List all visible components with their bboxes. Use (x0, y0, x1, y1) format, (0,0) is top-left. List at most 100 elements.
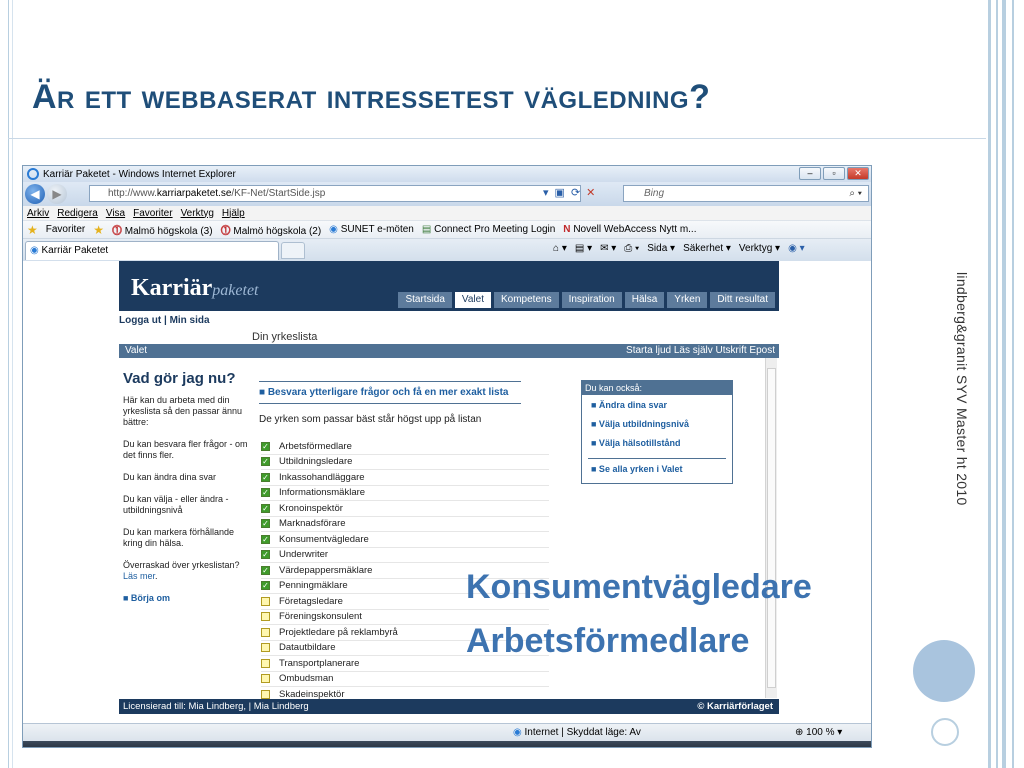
maximize-button[interactable]: ▫ (823, 167, 845, 180)
job-row[interactable]: ✓ Arbetsförmedlare (261, 439, 549, 455)
job-row[interactable]: Ombudsman (261, 672, 549, 687)
nav-tab-yrken[interactable]: Yrken (667, 292, 708, 308)
job-row[interactable]: ✓ Kronoinspektör (261, 501, 549, 517)
new-tab-button[interactable] (281, 241, 305, 259)
checked-checkbox-icon[interactable]: ✓ (261, 581, 270, 591)
help-icon[interactable]: ◉ ▾ (788, 243, 805, 254)
favorite-link[interactable]: ⓵ Malmö högskola (3) (112, 222, 213, 237)
search-icon[interactable]: ⌕ ▾ (849, 186, 862, 201)
education-level-link[interactable]: ■ Välja utbildningsnivå (582, 414, 732, 433)
back-button[interactable]: ◀ (25, 184, 45, 204)
nav-tab-ditt-resultat[interactable]: Ditt resultat (710, 292, 775, 308)
job-name: Informationsmäklare (279, 487, 366, 499)
nav-tab-inspiration[interactable]: Inspiration (561, 292, 622, 308)
favorite-link[interactable]: N Novell WebAccess Nytt m... (563, 224, 696, 235)
forward-button[interactable]: ▶ (47, 184, 67, 204)
menu-item[interactable]: Arkiv (27, 208, 49, 219)
url-input[interactable]: http://www.karriarpaketet.se/KF-Net/Star… (89, 185, 581, 202)
job-name: Inkassohandläggare (279, 471, 365, 483)
side-caption: lindberg&granit SYV Master ht 2010 (954, 272, 970, 506)
checked-checkbox-icon[interactable]: ✓ (261, 550, 270, 560)
read-more-link[interactable]: Läs mer (123, 571, 155, 581)
job-row[interactable]: ✓ Utbildningsledare (261, 455, 549, 470)
menu-item[interactable]: Visa (106, 208, 125, 219)
section-tools[interactable]: Starta ljud Läs själv Utskrift Epost (626, 344, 775, 358)
unchecked-checkbox-icon[interactable] (261, 674, 270, 684)
site-footer: Licensierad till: Mia Lindberg, | Mia Li… (119, 699, 779, 714)
page-menu[interactable]: Sida ▾ (647, 243, 675, 254)
slide-border-line (12, 0, 13, 768)
list-intro: De yrken som passar bäst står högst upp … (259, 414, 482, 425)
job-name: Datautbildare (279, 642, 336, 654)
change-answers-link[interactable]: ■ Ändra dina svar (582, 395, 732, 414)
close-button[interactable]: ✕ (847, 167, 869, 180)
favorite-link[interactable]: ⓵ Malmö högskola (2) (221, 222, 322, 237)
checked-checkbox-icon[interactable]: ✓ (261, 519, 270, 529)
checked-checkbox-icon[interactable]: ✓ (261, 565, 270, 575)
user-links[interactable]: Logga ut | Min sida (119, 315, 210, 326)
compat-view-icon[interactable]: ▣ (555, 186, 565, 199)
nav-tab-kompetens[interactable]: Kompetens (493, 292, 559, 308)
unchecked-checkbox-icon[interactable] (261, 596, 270, 606)
publisher-text: © Karriärförlaget (697, 701, 773, 712)
nav-tab-startsida[interactable]: Startsida (398, 292, 452, 308)
checked-checkbox-icon[interactable]: ✓ (261, 488, 270, 498)
health-status-link[interactable]: ■ Välja hälsotillstånd (582, 433, 732, 452)
checked-checkbox-icon[interactable]: ✓ (261, 457, 270, 467)
print-icon[interactable]: ⎙ ▾ (624, 243, 639, 254)
also-box: Du kan också: ■ Ändra dina svar ■ Välja … (581, 380, 733, 484)
site-header: Karriärpaketet Startsida Valet Kompetens… (119, 261, 779, 311)
unchecked-checkbox-icon[interactable] (261, 689, 270, 699)
slide-title: Är ett webbaserat intressetest väglednin… (32, 78, 711, 116)
job-name: Ombudsman (279, 673, 334, 685)
favorites-star-icon[interactable]: ★ (27, 223, 38, 237)
favorites-button[interactable]: Favoriter (46, 224, 85, 235)
unchecked-checkbox-icon[interactable] (261, 643, 270, 653)
slide-border-line (8, 0, 9, 768)
more-questions-link[interactable]: ■ Besvara ytterligare frågor och få en m… (259, 381, 521, 404)
home-icon[interactable]: ⌂ ▾ (553, 243, 567, 254)
help-heading: Vad gör jag nu? (123, 370, 236, 387)
refresh-icon[interactable]: ⟳ (571, 186, 580, 199)
stop-icon[interactable]: ✕ (586, 186, 595, 199)
menu-item[interactable]: Favoriter (133, 208, 172, 219)
checked-checkbox-icon[interactable]: ✓ (261, 503, 270, 513)
site-logo[interactable]: Karriärpaketet (131, 275, 259, 302)
minimize-button[interactable]: – (799, 167, 821, 180)
mail-icon[interactable]: ✉ ▾ (600, 243, 616, 254)
safety-menu[interactable]: Säkerhet ▾ (683, 243, 731, 254)
slide-right-bars (986, 0, 1024, 768)
callout-line: Arbetsförmedlare (466, 622, 750, 660)
checked-checkbox-icon[interactable]: ✓ (261, 472, 270, 482)
nav-tab-halsa[interactable]: Hälsa (624, 292, 665, 308)
tools-menu[interactable]: Verktyg ▾ (739, 243, 780, 254)
unchecked-checkbox-icon[interactable] (261, 627, 270, 637)
browser-tab[interactable]: ◉ Karriär Paketet (25, 240, 279, 260)
all-jobs-link[interactable]: ■ Se alla yrken i Valet (582, 459, 732, 478)
checked-checkbox-icon[interactable]: ✓ (261, 441, 270, 451)
unchecked-checkbox-icon[interactable] (261, 612, 270, 622)
nav-tab-valet[interactable]: Valet (454, 292, 491, 308)
add-favorite-icon[interactable]: ★ (93, 223, 104, 237)
dropdown-icon[interactable]: ▾ (543, 186, 549, 199)
job-name: Marknadsförare (279, 518, 346, 530)
zoom-control[interactable]: ⊕ 100 % ▾ (795, 727, 842, 738)
favorite-link[interactable]: ▤ Connect Pro Meeting Login (422, 224, 555, 235)
unchecked-checkbox-icon[interactable] (261, 658, 270, 668)
menu-bar: Arkiv Redigera Visa Favoriter Verktyg Hj… (23, 206, 871, 221)
job-row[interactable]: ✓ Konsumentvägledare (261, 532, 549, 548)
favorite-link[interactable]: ◉ SUNET e-möten (329, 224, 414, 235)
search-input[interactable]: Bing ⌕ ▾ (623, 185, 869, 202)
start-over-link[interactable]: ■ Börja om (123, 593, 253, 604)
checked-checkbox-icon[interactable]: ✓ (261, 534, 270, 544)
decorative-circle (913, 640, 975, 702)
job-name: Företagsledare (279, 595, 343, 607)
job-row[interactable]: ✓ Informationsmäklare (261, 486, 549, 501)
menu-item[interactable]: Hjälp (222, 208, 245, 219)
job-row[interactable]: ✓ Marknadsförare (261, 517, 549, 532)
feeds-icon[interactable]: ▤ ▾ (575, 243, 592, 254)
section-bar: Valet Starta ljud Läs själv Utskrift Epo… (119, 344, 779, 358)
menu-item[interactable]: Redigera (57, 208, 98, 219)
menu-item[interactable]: Verktyg (181, 208, 214, 219)
job-row[interactable]: ✓ Inkassohandläggare (261, 470, 549, 486)
